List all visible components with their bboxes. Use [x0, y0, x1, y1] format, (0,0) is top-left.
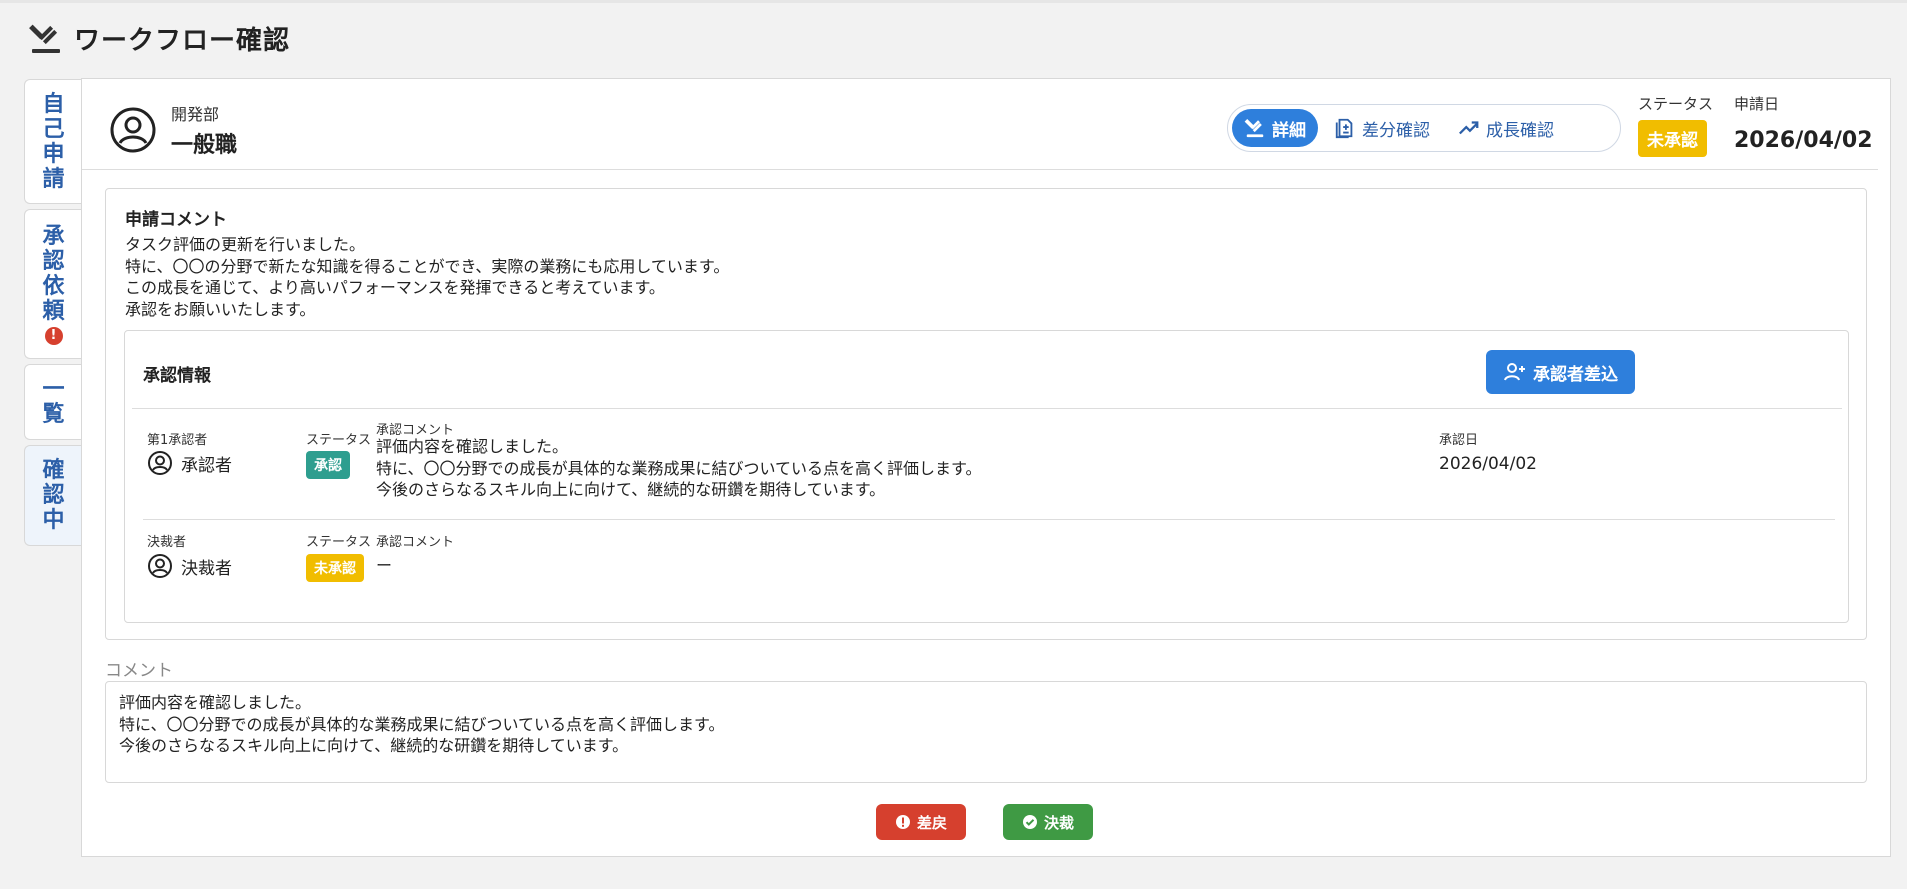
tab-label-char: 申 — [42, 141, 65, 167]
approval-comment: 評価内容を確認しました。 特に、〇〇分野での成長が具体的な業務成果に結びついてい… — [376, 436, 981, 501]
tab-label-char: 頼 — [42, 298, 65, 324]
tab-label-char: 請 — [42, 166, 65, 192]
application-comment-text: タスク評価の更新を行いました。 特に、〇〇の分野で新たな知識を得ることができ、実… — [125, 234, 729, 320]
status-label: ステータス — [1638, 95, 1714, 113]
status-badge: 承認 — [306, 451, 350, 479]
comment-line: タスク評価の更新を行いました。 — [125, 235, 366, 254]
top-border — [0, 0, 1907, 3]
application-comment-card: 申請コメント タスク評価の更新を行いました。 特に、〇〇の分野で新たな知識を得る… — [105, 188, 1867, 640]
comment-line: 特に、〇〇分野での成長が具体的な業務成果に結びついている点を高く評価します。 — [376, 458, 982, 478]
gavel-icon — [29, 24, 60, 53]
alert-icon: ! — [44, 326, 63, 345]
action-buttons: 差戻 決裁 — [876, 804, 1093, 840]
trending-up-icon — [1459, 121, 1479, 135]
comment-line: 今後のさらなるスキル向上に向けて、継続的な研鑽を期待しています。 — [376, 480, 886, 499]
approval-comment-label: 承認コメント — [376, 535, 455, 550]
approval-info-heading: 承認情報 — [143, 366, 211, 386]
divider — [82, 169, 1878, 170]
comment-line: 評価内容を確認しました。 — [376, 437, 569, 456]
user-circle-icon — [148, 554, 172, 578]
approver-role-label: 決裁者 — [147, 535, 187, 550]
reject-label: 差戻 — [916, 813, 947, 832]
comment-line: 承認をお願いいたします。 — [125, 299, 316, 319]
tab-label-char: 中 — [42, 508, 65, 533]
tab-label-char: 己 — [42, 116, 65, 142]
application-comment-heading: 申請コメント — [125, 210, 227, 230]
tab-diff[interactable]: 差分確認 — [1322, 109, 1442, 147]
tab-label: 詳細 — [1272, 120, 1306, 141]
tab-list[interactable]: 一 覧 — [24, 364, 82, 440]
application-date: 2026/04/02 — [1734, 128, 1873, 153]
document-diff-icon — [1335, 118, 1353, 139]
approver-person: 決裁者 — [147, 553, 232, 579]
approve-label: 決裁 — [1043, 813, 1074, 832]
approve-button[interactable]: 決裁 — [1003, 804, 1093, 840]
main-panel: 開発部 一般職 詳細 差分確認 成長確認 ステータス 未承認 申請日 2026/… — [81, 78, 1891, 857]
comment-line: 今後のさらなるスキル向上に向けて、継続的な研鑽を期待しています。 — [119, 736, 629, 755]
approver-row: 第1承認者 承認者 ステータス 承認 承認コメント 評価内容を確認しました。 特… — [125, 409, 1848, 519]
approver-person: 承認者 — [147, 450, 232, 476]
comment-line: この成長を通じて、より高いパフォーマンスを発揮できると考えています。 — [125, 278, 665, 297]
person-add-icon — [1504, 363, 1525, 381]
status-label: ステータス — [306, 433, 372, 448]
tab-label: 差分確認 — [1362, 120, 1430, 141]
tab-label-char: 認 — [42, 483, 65, 508]
approver-name: 承認者 — [181, 455, 232, 476]
status-badge: 未承認 — [306, 554, 364, 582]
approver-name: 決裁者 — [181, 558, 232, 579]
tab-label-char: 承 — [42, 223, 65, 249]
comment-line: ー — [376, 556, 393, 575]
tab-label-char: 認 — [42, 248, 65, 274]
application-date-block: 申請日 2026/04/02 — [1734, 93, 1873, 153]
comment-line: 評価内容を確認しました。 — [119, 693, 312, 712]
status-label: ステータス — [306, 535, 372, 550]
tab-label-char: 覧 — [42, 402, 65, 427]
gavel-icon — [1244, 119, 1264, 138]
comment-textarea[interactable]: 評価内容を確認しました。 特に、〇〇分野での成長が具体的な業務成果に結びついてい… — [105, 681, 1867, 783]
tab-approval-request[interactable]: 承 認 依 頼 ! — [24, 209, 82, 359]
approval-comment: ー — [376, 555, 392, 577]
approval-date-label: 承認日 — [1439, 433, 1479, 448]
tab-label-char: 一 — [42, 377, 65, 402]
tab-label-char: 依 — [42, 273, 65, 299]
approver-role-label: 第1承認者 — [147, 433, 208, 448]
status-block: ステータス 未承認 — [1638, 93, 1713, 157]
user-block: 開発部 一般職 — [109, 101, 237, 159]
tab-detail[interactable]: 詳細 — [1232, 109, 1318, 147]
page-header: ワークフロー確認 — [28, 18, 290, 58]
comment-line: 特に、〇〇の分野で新たな知識を得ることができ、実際の業務にも応用しています。 — [125, 256, 730, 276]
role: 一般職 — [171, 133, 238, 158]
tab-confirming[interactable]: 確 認 中 — [24, 445, 82, 546]
user-circle-icon — [148, 451, 172, 475]
add-approver-label: 承認者差込 — [1533, 364, 1618, 385]
view-tabs: 詳細 差分確認 成長確認 — [1227, 104, 1621, 152]
side-tabs: 自 己 申 請 承 認 依 頼 ! 一 覧 確 認 中 — [24, 79, 82, 551]
page-title: ワークフロー確認 — [74, 25, 291, 56]
tab-self-application[interactable]: 自 己 申 請 — [24, 79, 82, 204]
user-circle-icon — [110, 107, 156, 153]
approval-date: 2026/04/02 — [1439, 454, 1537, 474]
tab-label-char: 確 — [42, 458, 65, 483]
application-date-label: 申請日 — [1734, 95, 1780, 113]
tab-label: 成長確認 — [1486, 120, 1554, 141]
alert-circle-icon — [895, 815, 910, 829]
comment-field-label: コメント — [105, 661, 173, 681]
status-badge: 未承認 — [1638, 120, 1707, 157]
department: 開発部 — [171, 105, 220, 124]
approver-row: 決裁者 決裁者 ステータス 未承認 承認コメント ー — [125, 520, 1848, 620]
comment-line: 特に、〇〇分野での成長が具体的な業務成果に結びついている点を高く評価します。 — [119, 714, 725, 734]
reject-button[interactable]: 差戻 — [876, 804, 966, 840]
tab-growth[interactable]: 成長確認 — [1446, 109, 1566, 147]
approval-info-card: 承認情報 承認者差込 第1承認者 承認者 ステータス 承認 承認コメント 評価内… — [124, 330, 1849, 623]
tab-label-char: 自 — [42, 91, 65, 117]
add-approver-button[interactable]: 承認者差込 — [1486, 350, 1635, 394]
check-circle-icon — [1022, 815, 1037, 829]
